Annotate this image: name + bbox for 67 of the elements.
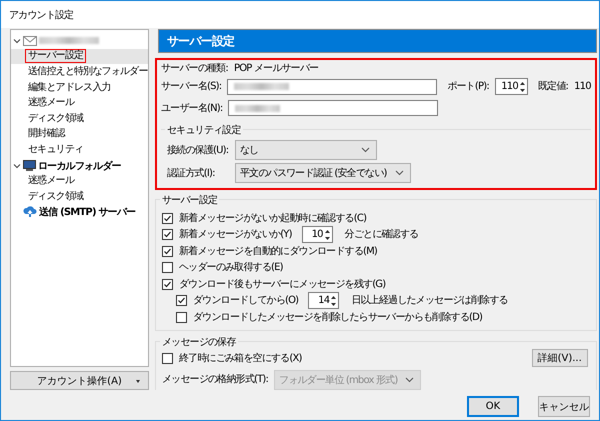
- group-title: サーバー設定: [160, 193, 220, 207]
- computer-icon: [23, 160, 36, 172]
- redacted-value: [234, 83, 290, 90]
- checkbox[interactable]: [162, 352, 173, 364]
- field-label: サーバーの種類:: [161, 62, 228, 74]
- group-title: セキュリティ設定: [165, 123, 243, 137]
- field-label: 認証方式(I):: [167, 166, 216, 180]
- default-port: 110: [574, 80, 591, 93]
- tree-item[interactable]: サーバー設定: [25, 49, 86, 64]
- chevron-down-icon: [405, 376, 414, 382]
- envelope-icon: [23, 36, 37, 46]
- chevron-down-icon: [394, 170, 404, 176]
- server-name-field[interactable]: [227, 78, 438, 94]
- checkbox[interactable]: [162, 229, 173, 240]
- field-label: 接続の保護(U):: [167, 144, 229, 156]
- tree-item[interactable]: 迷惑メール: [25, 96, 78, 110]
- chevron-down-icon[interactable]: [13, 162, 21, 170]
- redacted-account-name: [39, 37, 99, 44]
- number-spinner[interactable]: 10: [302, 226, 333, 244]
- tree-item[interactable]: 開封確認: [25, 127, 68, 142]
- checkbox-label[interactable]: ダウンロード後もサーバーにメッセージを残す(G): [179, 278, 386, 291]
- tree-item[interactable]: セキュリティ: [25, 142, 86, 157]
- tree-item[interactable]: ディスク領域: [25, 112, 86, 126]
- field-label: ポート(P):: [447, 80, 489, 93]
- tree-item[interactable]: 送信控えと特別なフォルダー: [25, 64, 151, 79]
- checkbox[interactable]: [176, 295, 187, 306]
- checkbox-label[interactable]: 新着メッセージを自動的にダウンロードする(M): [179, 244, 378, 258]
- checkbox[interactable]: [162, 246, 173, 257]
- redacted-value: [235, 104, 280, 112]
- cancel-button[interactable]: キャンセル: [538, 396, 590, 417]
- checkbox-label[interactable]: 新着メッセージがないか起動時に確認する(C): [179, 212, 366, 225]
- user-name-field[interactable]: [228, 100, 438, 116]
- field-label: ユーザー名(N):: [161, 102, 222, 114]
- chevron-down-icon: [361, 147, 370, 153]
- checkbox[interactable]: [162, 262, 173, 274]
- auth-method-dropdown[interactable]: 平文のパスワード認証 (安全でない): [235, 163, 411, 183]
- option-suffix: 日以上経過したメッセージは削除する: [351, 294, 508, 308]
- checkbox-label[interactable]: ダウンロードしたメッセージを削除したらサーバーからも削除する(D): [193, 310, 482, 324]
- chevron-down-icon[interactable]: [13, 36, 21, 45]
- field-label: メッセージの格納形式(T):: [162, 373, 268, 386]
- checkbox-label[interactable]: ダウンロードしてから(O): [193, 294, 298, 308]
- tree-item[interactable]: ディスク領域: [25, 190, 86, 204]
- tree-item[interactable]: 送信 (SMTP) サーバー: [39, 205, 136, 220]
- checkbox-label[interactable]: ヘッダーのみ取得する(E): [179, 261, 283, 274]
- field-label: サーバー名(S):: [161, 80, 222, 93]
- checkbox-label[interactable]: 終了時にごみ箱を空にする(X): [179, 352, 302, 364]
- caret-icon: [136, 380, 140, 383]
- port-field[interactable]: 110: [494, 78, 528, 95]
- cloud-upload-icon: [23, 206, 37, 218]
- connection-security-dropdown[interactable]: なし: [235, 140, 377, 160]
- details-button[interactable]: 詳細(V)...: [532, 349, 588, 367]
- window-title: アカウント設定: [9, 8, 74, 22]
- panel-header: サーバー設定: [158, 29, 597, 53]
- checkbox[interactable]: [162, 278, 173, 290]
- checkbox[interactable]: [162, 212, 173, 224]
- tree-item[interactable]: 迷惑メール: [25, 174, 78, 188]
- field-label: 既定値:: [538, 80, 568, 93]
- server-type: POP メールサーバー: [234, 62, 318, 74]
- checkbox[interactable]: [176, 312, 187, 323]
- checkbox-label[interactable]: 新着メッセージがないか(Y): [179, 228, 292, 242]
- group-title: メッセージの保存: [160, 334, 238, 348]
- tree-item[interactable]: ローカルフォルダー: [38, 158, 121, 173]
- option-suffix: 分ごとに確認する: [344, 228, 418, 242]
- account-actions-button[interactable]: アカウント操作(A): [10, 371, 149, 390]
- ok-button[interactable]: OK: [467, 396, 519, 417]
- number-spinner[interactable]: 14: [308, 292, 340, 310]
- tree-item[interactable]: 編集とアドレス入力: [25, 80, 114, 95]
